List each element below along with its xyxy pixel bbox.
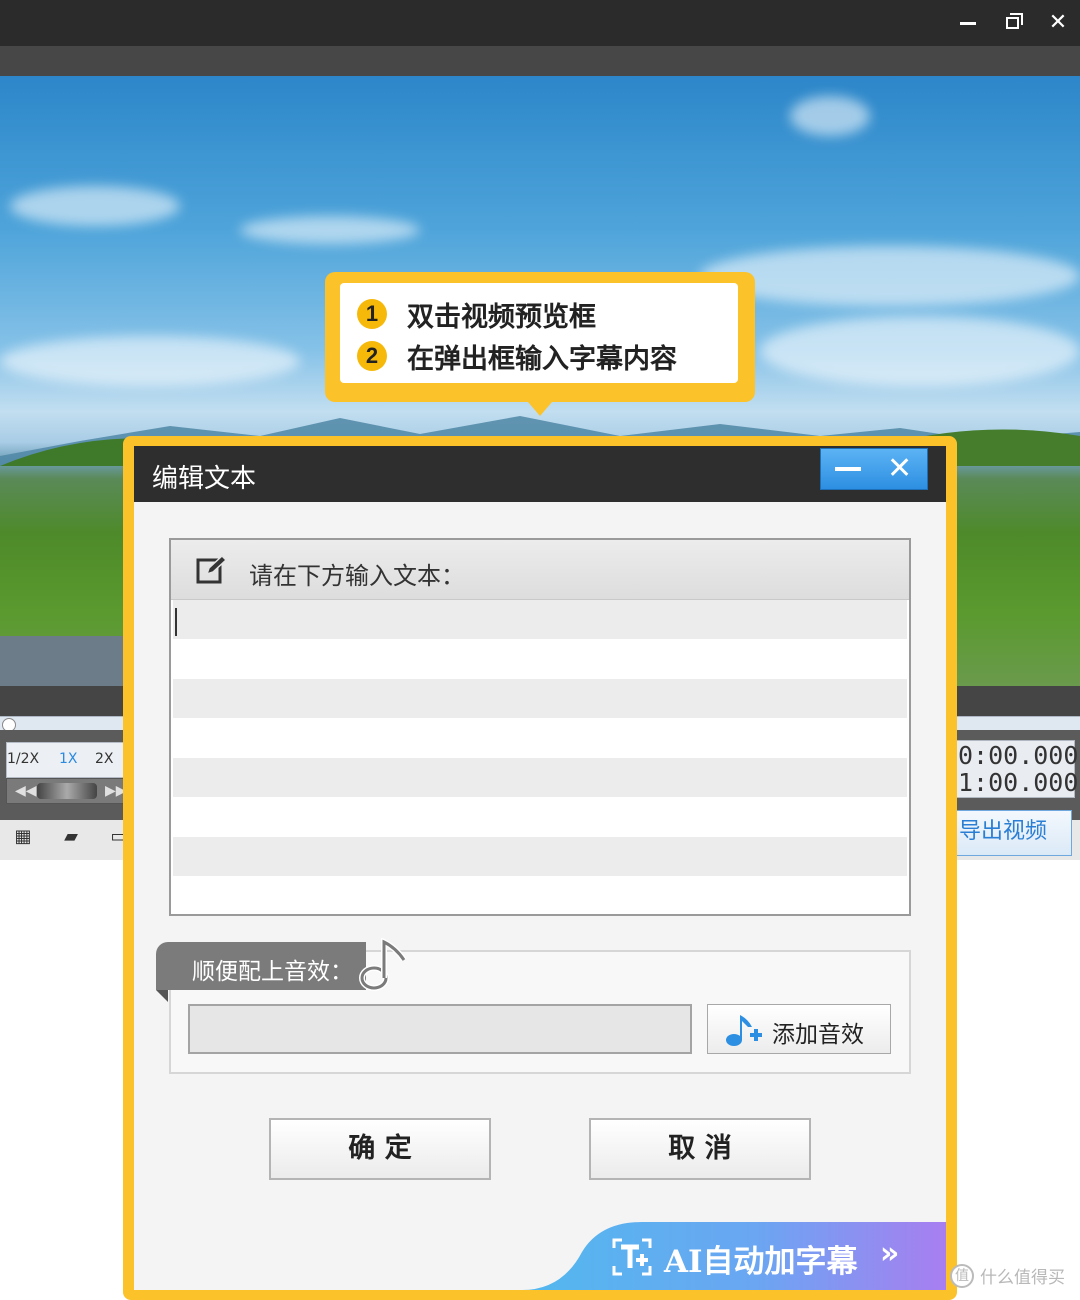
restore-icon-front bbox=[1006, 17, 1019, 29]
window-titlebar: ✕ bbox=[0, 0, 1080, 46]
close-icon: ✕ bbox=[1048, 10, 1068, 35]
double-chevron-right-icon: » bbox=[880, 1236, 900, 1271]
text-input-label: 请在下方输入文本： bbox=[249, 562, 465, 590]
confirm-button[interactable]: 确 定 bbox=[269, 1118, 491, 1180]
add-music-icon bbox=[726, 1015, 762, 1046]
app-window: ✕ 1/2X 1X 2X ◀◀ ▶▶ ▦ ▰ ▭ 0:00.000 1:00.0… bbox=[0, 0, 1080, 1300]
watermark: 值 什么值得买 bbox=[950, 1263, 1065, 1288]
sound-effect-label: 顺便配上音效： bbox=[192, 959, 353, 985]
text-input-panel: 请在下方输入文本： bbox=[169, 538, 911, 916]
dialog-minimize-icon[interactable] bbox=[835, 467, 861, 471]
text-panel-header: 请在下方输入文本： bbox=[171, 540, 909, 600]
step-text: 双击视频预览框 bbox=[407, 301, 596, 333]
callout-pointer bbox=[528, 402, 552, 416]
window-minimize-button[interactable] bbox=[950, 6, 986, 40]
dialog-title: 编辑文本 bbox=[152, 464, 257, 494]
cloud bbox=[700, 246, 1080, 306]
tab-fold bbox=[156, 990, 168, 1002]
dialog-titlebar: 编辑文本 ✕ bbox=[134, 446, 946, 502]
step-text: 在弹出框输入字幕内容 bbox=[407, 343, 677, 375]
jog-control: ◀◀ ▶▶ bbox=[6, 778, 127, 804]
folder-icon[interactable]: ▰ bbox=[58, 826, 84, 850]
sound-file-input[interactable] bbox=[188, 1004, 692, 1054]
subtitle-tool-icon[interactable]: ▦ bbox=[10, 826, 36, 850]
speed-option-1x[interactable]: 1X bbox=[59, 751, 78, 767]
add-sound-label: 添加音效 bbox=[772, 1022, 864, 1048]
edit-text-dialog: 编辑文本 ✕ 请在下方输入文本： 顺便配上音效： 添加音效 确 定 取 消 AI… bbox=[134, 446, 946, 1290]
edit-icon bbox=[196, 554, 227, 584]
rewind-icon[interactable]: ◀◀ bbox=[15, 783, 37, 799]
callout-step: 1 双击视频预览框 bbox=[357, 296, 596, 333]
callout-step: 2 在弹出框输入字幕内容 bbox=[357, 338, 677, 375]
cloud bbox=[790, 96, 870, 136]
dialog-close-icon[interactable]: ✕ bbox=[887, 451, 912, 487]
cancel-button[interactable]: 取 消 bbox=[589, 1118, 811, 1180]
time-total: 1:00.000 bbox=[958, 768, 1079, 797]
toolbar-strip bbox=[0, 46, 1080, 76]
text-line bbox=[173, 837, 907, 876]
watermark-logo: 值 bbox=[950, 1263, 974, 1288]
cloud bbox=[760, 316, 1080, 386]
jog-slider[interactable] bbox=[37, 783, 97, 799]
speed-option-2x[interactable]: 2X bbox=[95, 751, 114, 767]
subtitle-text-area[interactable] bbox=[173, 600, 907, 914]
cloud bbox=[10, 186, 180, 226]
add-sound-button[interactable]: 添加音效 bbox=[707, 1004, 891, 1054]
cloud bbox=[0, 336, 300, 386]
text-line bbox=[173, 600, 907, 639]
speed-selector: 1/2X 1X 2X bbox=[6, 742, 126, 778]
cloud bbox=[240, 216, 420, 244]
step-number: 1 bbox=[357, 299, 387, 329]
watermark-text: 什么值得买 bbox=[980, 1268, 1065, 1288]
minimize-icon bbox=[960, 22, 976, 25]
speed-option-half[interactable]: 1/2X bbox=[7, 751, 39, 767]
text-caret bbox=[175, 608, 177, 636]
export-video-button[interactable]: 导出视频 bbox=[952, 810, 1072, 856]
dialog-controls: ✕ bbox=[820, 448, 928, 490]
time-current: 0:00.000 bbox=[958, 741, 1079, 770]
window-restore-button[interactable] bbox=[995, 6, 1031, 40]
ai-subtitle-label[interactable]: AI自动加字幕 bbox=[664, 1236, 858, 1281]
time-display: 0:00.000 1:00.000 bbox=[955, 740, 1079, 798]
step-number: 2 bbox=[357, 341, 387, 371]
window-close-button[interactable]: ✕ bbox=[1040, 6, 1076, 40]
text-line bbox=[173, 758, 907, 797]
text-line bbox=[173, 679, 907, 718]
ai-subtitle-icon bbox=[612, 1238, 652, 1276]
music-note-icon bbox=[359, 938, 407, 991]
